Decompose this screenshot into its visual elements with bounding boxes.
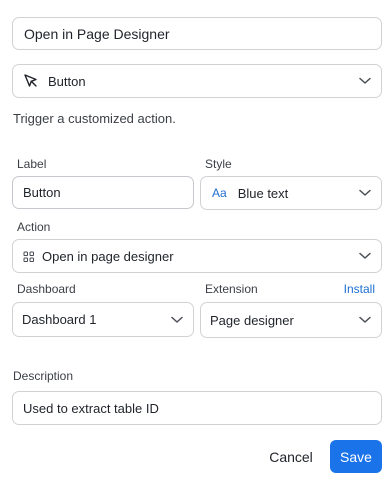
install-link[interactable]: Install <box>344 282 375 296</box>
label-input[interactable]: Button <box>12 176 194 209</box>
description-input[interactable]: Used to extract table ID <box>12 391 382 425</box>
helper-text: Trigger a customized action. <box>13 111 176 126</box>
type-select-value: Button <box>48 73 86 89</box>
style-select[interactable]: Aa Blue text <box>200 176 382 210</box>
chevron-down-icon <box>171 316 183 323</box>
grid-icon <box>23 250 35 262</box>
type-select[interactable]: Button <box>12 64 382 98</box>
chevron-down-icon <box>359 77 371 84</box>
text-style-icon: Aa <box>212 186 227 200</box>
dashboard-select-value: Dashboard 1 <box>22 312 97 327</box>
save-button[interactable]: Save <box>330 440 382 473</box>
action-select-value: Open in page designer <box>42 248 174 264</box>
label-input-value: Button <box>23 185 61 200</box>
chevron-down-icon <box>359 189 371 196</box>
description-input-value: Used to extract table ID <box>23 400 159 416</box>
label-field-label: Label <box>17 157 47 171</box>
dashboard-field-label: Dashboard <box>17 282 76 296</box>
extension-select[interactable]: Page designer <box>200 302 382 338</box>
title-input[interactable]: Open in Page Designer <box>12 17 382 50</box>
cancel-button[interactable]: Cancel <box>262 442 320 472</box>
cursor-arrow-icon <box>23 73 39 89</box>
style-field-label: Style <box>205 157 232 171</box>
dashboard-select[interactable]: Dashboard 1 <box>12 302 194 337</box>
chevron-down-icon <box>359 252 371 259</box>
style-select-value: Blue text <box>237 185 289 201</box>
action-select[interactable]: Open in page designer <box>12 239 382 273</box>
description-field-label: Description <box>13 369 74 383</box>
extension-field-label: Extension <box>205 282 258 296</box>
action-field-label: Action <box>17 220 51 234</box>
extension-select-value: Page designer <box>210 312 294 328</box>
chevron-down-icon <box>359 316 371 323</box>
title-input-value: Open in Page Designer <box>24 25 170 42</box>
